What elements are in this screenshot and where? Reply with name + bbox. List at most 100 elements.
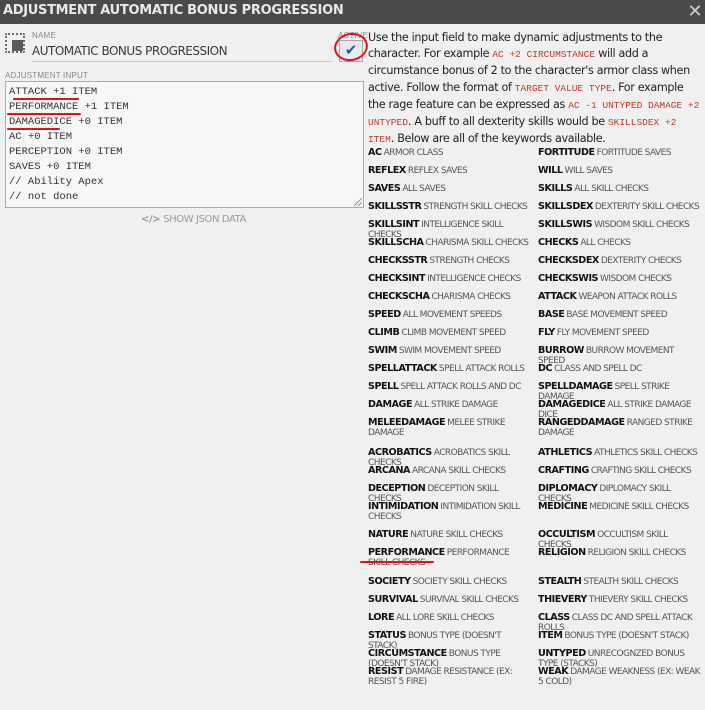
keyword-description: CHARISMA CHECKS xyxy=(431,292,511,302)
adjustment-input-textarea[interactable]: ATTACK +1 ITEM PERFORMANCE +1 ITEM DAMAG… xyxy=(5,81,364,208)
keyword-item: ATHLETICS ATHLETICS SKILL CHECKS xyxy=(538,448,700,459)
keyword-item: SKILLS ALL SKILL CHECKS xyxy=(538,183,700,195)
keyword-name: ITEM xyxy=(538,630,563,641)
keyword-item: NATURE NATURE SKILL CHECKS xyxy=(368,530,530,541)
keyword-name: CHECKSCHA xyxy=(368,291,430,302)
keyword-item: SKILLSWIS WISDOM SKILL CHECKS xyxy=(538,220,700,231)
keyword-description: SWIM MOVEMENT SPEED xyxy=(398,346,502,356)
keyword-name: LORE xyxy=(368,612,395,623)
keyword-description: STEALTH SKILL CHECKS xyxy=(583,577,679,587)
keyword-item: SKILLSDEX DEXTERITY SKILL CHECKS xyxy=(538,202,700,213)
keyword-name: CHECKSINT xyxy=(368,273,426,284)
keyword-description: BASE MOVEMENT SPEED xyxy=(566,310,668,320)
keyword-description: SPELL ATTACK ROLLS xyxy=(438,364,525,374)
keyword-name: WEAK xyxy=(538,666,569,677)
keyword-name: DIPLOMACY xyxy=(538,483,598,494)
annotation-underline xyxy=(7,113,81,115)
keyword-item: THIEVERY THIEVERY SKILL CHECKS xyxy=(538,594,700,606)
keyword-item: CLASS CLASS DC AND SPELL ATTACK ROLLS xyxy=(538,612,700,634)
keyword-name: SPELL xyxy=(368,381,399,392)
keyword-item: SURVIVAL SURVIVAL SKILL CHECKS xyxy=(368,595,530,606)
keyword-name: RESIST xyxy=(368,666,404,677)
keyword-name: PERFORMANCE xyxy=(368,547,445,558)
keyword-name: WILL xyxy=(538,165,563,176)
keyword-item: CHECKSDEX DEXTERITY CHECKS xyxy=(538,255,700,267)
keyword-description: STRENGTH SKILL CHECKS xyxy=(423,202,528,212)
keyword-item: SAVES ALL SAVES xyxy=(368,184,530,195)
show-json-label: SHOW JSON DATA xyxy=(163,214,247,225)
annotation-underline xyxy=(13,98,79,100)
keyword-name: ATTACK xyxy=(538,291,577,302)
keyword-description: ATHLETICS SKILL CHECKS xyxy=(594,448,698,458)
adjustment-line: DAMAGEDICE +0 ITEM xyxy=(9,116,123,128)
name-input[interactable]: AUTOMATIC BONUS PROGRESSION xyxy=(32,42,332,62)
keyword-item: CHECKSCHA CHARISMA CHECKS xyxy=(368,291,530,303)
keyword-item: RANGEDDAMAGE RANGED STRIKE DAMAGE xyxy=(538,417,700,439)
keyword-item: REFLEX REFLEX SAVES xyxy=(368,165,530,177)
keyword-item: WILL WILL SAVES xyxy=(538,165,700,177)
keyword-name: BURROW xyxy=(538,345,584,356)
keyword-name: ACROBATICS xyxy=(368,447,432,458)
keyword-description: REFLEX SAVES xyxy=(407,166,468,176)
resize-handle-icon[interactable] xyxy=(354,198,362,206)
keyword-description: CLASS AND SPELL DC xyxy=(554,364,642,374)
keyword-description: FLY MOVEMENT SPEED xyxy=(556,328,650,338)
show-json-button[interactable]: </> SHOW JSON DATA xyxy=(141,214,246,230)
keyword-item: WEAK DAMAGE WEAKNESS (EX: WEAK 5 COLD) xyxy=(538,666,700,688)
keyword-name: CLASS xyxy=(538,612,570,623)
annotation-underline xyxy=(7,128,60,130)
keyword-description: DEXTERITY SKILL CHECKS xyxy=(594,202,700,212)
keyword-name: ARCANA xyxy=(368,465,411,476)
adjustment-icon xyxy=(5,33,25,53)
keyword-name: THIEVERY xyxy=(538,594,587,605)
keyword-name: REFLEX xyxy=(368,165,406,176)
code-icon: </> xyxy=(141,214,161,225)
keyword-description: WILL SAVES xyxy=(564,166,614,176)
keyword-name: STATUS xyxy=(368,630,406,641)
example-code: TARGET VALUE TYPE xyxy=(514,82,612,94)
keyword-name: FORTITUDE xyxy=(538,147,595,158)
keyword-description: ALL CHECKS xyxy=(580,238,631,248)
keyword-name: SKILLSCHA xyxy=(368,237,424,248)
keyword-item: RELIGION RELIGION SKILL CHECKS xyxy=(538,547,700,559)
keyword-name: SPELLATTACK xyxy=(368,363,437,374)
keyword-item: FORTITUDE FORTITUDE SAVES xyxy=(538,147,700,159)
keyword-name: DAMAGEDICE xyxy=(538,399,606,410)
keyword-description: BONUS TYPE (DOESN'T STACK) xyxy=(564,631,689,641)
keyword-item: SPELL SPELL ATTACK ROLLS AND DC xyxy=(368,381,530,393)
keyword-item: SPEED ALL MOVEMENT SPEEDS xyxy=(368,309,530,321)
keyword-name: SPEED xyxy=(368,309,401,320)
keyword-description: CLIMB MOVEMENT SPEED xyxy=(401,328,506,338)
keyword-name: CHECKSDEX xyxy=(538,255,599,266)
close-icon[interactable]: ✕ xyxy=(687,1,703,21)
keyword-item: MEDICINE MEDICINE SKILL CHECKS xyxy=(538,501,700,513)
keyword-description: SURVIVAL SKILL CHECKS xyxy=(419,595,519,605)
keyword-description: INTELLIGENCE CHECKS xyxy=(427,274,521,284)
keyword-description: STRENGTH CHECKS xyxy=(429,256,510,266)
keyword-name: RELIGION xyxy=(538,547,586,558)
keyword-name: CHECKSSTR xyxy=(368,255,428,266)
title-bar: ADJUSTMENT AUTOMATIC BONUS PROGRESSION ✕ xyxy=(0,0,705,24)
keyword-description: ALL MOVEMENT SPEEDS xyxy=(402,310,502,320)
keyword-name: DAMAGE xyxy=(368,399,413,410)
keyword-name: RANGEDDAMAGE xyxy=(538,417,625,428)
keyword-description: ALL SKILL CHECKS xyxy=(574,184,649,194)
keyword-item: STEALTH STEALTH SKILL CHECKS xyxy=(538,577,700,588)
keyword-name: SKILLS xyxy=(538,183,573,194)
keyword-name: MEDICINE xyxy=(538,501,588,512)
keyword-item: DC CLASS AND SPELL DC xyxy=(538,364,700,375)
keyword-name: CRAFTING xyxy=(538,465,589,476)
adjustment-line: PERCEPTION +0 ITEM xyxy=(9,146,123,158)
keyword-description: WEAPON ATTACK ROLLS xyxy=(578,292,677,302)
keyword-name: CHECKS xyxy=(538,237,579,248)
keyword-name: SKILLSSTR xyxy=(368,201,422,212)
annotation-underline xyxy=(360,561,434,563)
keyword-description: MEDICINE SKILL CHECKS xyxy=(589,502,689,512)
keyword-item: CLIMB CLIMB MOVEMENT SPEED xyxy=(368,327,530,339)
keyword-item: SKILLSSTR STRENGTH SKILL CHECKS xyxy=(368,201,530,213)
adjustment-line: // Ability Apex xyxy=(9,176,104,188)
keyword-name: CLIMB xyxy=(368,327,400,338)
keyword-description: NATURE SKILL CHECKS xyxy=(410,530,503,540)
window-title: ADJUSTMENT AUTOMATIC BONUS PROGRESSION xyxy=(3,3,344,18)
keyword-description: RELIGION SKILL CHECKS xyxy=(587,548,687,558)
